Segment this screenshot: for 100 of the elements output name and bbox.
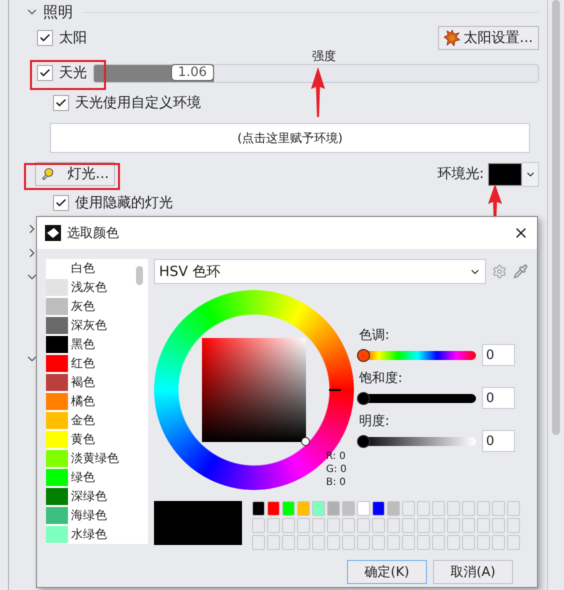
checkbox[interactable]: [53, 95, 69, 111]
slider-track[interactable]: [359, 350, 476, 360]
empty-color-slot[interactable]: [267, 535, 280, 550]
color-list-item[interactable]: 红色: [46, 354, 148, 373]
custom-color-swatch[interactable]: [387, 501, 400, 516]
custom-color-swatch[interactable]: [252, 501, 265, 516]
saturation-value-square[interactable]: [202, 338, 306, 442]
empty-color-slot[interactable]: [297, 535, 310, 550]
empty-color-slot[interactable]: [447, 535, 460, 550]
empty-color-slot[interactable]: [477, 535, 490, 550]
empty-color-slot[interactable]: [492, 501, 505, 516]
environment-button[interactable]: (点击这里赋予环境): [50, 123, 530, 153]
empty-color-slot[interactable]: [402, 535, 415, 550]
color-list-item[interactable]: 灰色: [46, 297, 148, 316]
color-list-item[interactable]: 黑色: [46, 335, 148, 354]
color-list-item[interactable]: 白色: [46, 259, 148, 278]
hue-marker[interactable]: [329, 389, 341, 391]
custom-color-swatch[interactable]: [372, 501, 385, 516]
value-field[interactable]: 0: [482, 430, 515, 452]
color-list-item[interactable]: 海绿色: [46, 506, 148, 525]
dialog-button[interactable]: 确定(K): [347, 560, 427, 584]
color-list-item[interactable]: 橘色: [46, 392, 148, 411]
checkbox[interactable]: [53, 195, 69, 211]
color-list-item[interactable]: 深绿色: [46, 487, 148, 506]
empty-color-slot[interactable]: [492, 518, 505, 533]
custom-color-swatch[interactable]: [282, 501, 295, 516]
empty-color-slot[interactable]: [267, 518, 280, 533]
sun-settings-button[interactable]: 太阳设置...: [438, 26, 539, 50]
custom-color-swatch[interactable]: [327, 501, 340, 516]
empty-color-slot[interactable]: [432, 535, 445, 550]
slider-label: 明度:: [359, 414, 390, 429]
slider-track[interactable]: [359, 394, 476, 402]
custom-color-swatch[interactable]: [267, 501, 280, 516]
settings-icon[interactable]: [492, 264, 507, 279]
empty-color-slot[interactable]: [387, 535, 400, 550]
empty-color-slot[interactable]: [402, 518, 415, 533]
color-swatch[interactable]: [488, 162, 522, 186]
scrollbar-thumb[interactable]: [552, 0, 560, 435]
empty-color-slot[interactable]: [417, 501, 430, 516]
empty-color-slot[interactable]: [432, 518, 445, 533]
custom-color-swatch[interactable]: [312, 501, 325, 516]
annotation-arrow: [311, 67, 325, 117]
empty-color-slot[interactable]: [312, 535, 325, 550]
empty-color-slot[interactable]: [477, 518, 490, 533]
slider-thumb[interactable]: [357, 348, 370, 362]
custom-color-swatch[interactable]: [357, 501, 370, 516]
empty-color-slot[interactable]: [312, 518, 325, 533]
empty-color-slot[interactable]: [282, 535, 295, 550]
slider-thumb[interactable]: [357, 434, 370, 448]
value-field[interactable]: 0: [482, 387, 515, 409]
empty-color-slot[interactable]: [417, 518, 430, 533]
checkbox[interactable]: [37, 65, 53, 81]
empty-color-slot[interactable]: [417, 535, 430, 550]
empty-color-slot[interactable]: [252, 518, 265, 533]
empty-color-slot[interactable]: [402, 501, 415, 516]
dropdown-button[interactable]: [522, 162, 539, 186]
empty-color-slot[interactable]: [282, 518, 295, 533]
color-list-item[interactable]: 淡黄绿色: [46, 449, 148, 468]
color-list-item[interactable]: 深灰色: [46, 316, 148, 335]
color-list-item[interactable]: 水绿色: [46, 525, 148, 544]
empty-color-slot[interactable]: [387, 518, 400, 533]
value-field[interactable]: 0: [482, 344, 515, 366]
empty-color-slot[interactable]: [462, 501, 475, 516]
dialog-button[interactable]: 取消(A): [433, 560, 513, 584]
empty-color-slot[interactable]: [507, 518, 520, 533]
color-list-item[interactable]: 褐色: [46, 373, 148, 392]
lights-button[interactable]: 灯光...: [35, 162, 115, 186]
custom-color-swatch[interactable]: [342, 501, 355, 516]
empty-color-slot[interactable]: [357, 518, 370, 533]
color-list-item[interactable]: 黄色: [46, 430, 148, 449]
empty-color-slot[interactable]: [372, 518, 385, 533]
empty-color-slot[interactable]: [507, 501, 520, 516]
empty-color-slot[interactable]: [297, 518, 310, 533]
color-list-item[interactable]: 绿色: [46, 468, 148, 487]
empty-color-slot[interactable]: [252, 535, 265, 550]
color-list-item[interactable]: 浅灰色: [46, 278, 148, 297]
slider-label: 色调:: [359, 328, 390, 343]
empty-color-slot[interactable]: [432, 501, 445, 516]
empty-color-slot[interactable]: [342, 518, 355, 533]
empty-color-slot[interactable]: [327, 535, 340, 550]
empty-color-slot[interactable]: [447, 518, 460, 533]
checkmark-icon: [39, 67, 51, 79]
color-list-item[interactable]: 金色: [46, 411, 148, 430]
slider-track[interactable]: [359, 436, 476, 446]
slider-thumb[interactable]: [357, 392, 370, 404]
empty-color-slot[interactable]: [462, 518, 475, 533]
empty-color-slot[interactable]: [462, 535, 475, 550]
empty-color-slot[interactable]: [477, 501, 490, 516]
empty-color-slot[interactable]: [327, 518, 340, 533]
checkbox[interactable]: [37, 30, 53, 46]
scrollbar-thumb[interactable]: [136, 266, 143, 285]
mode-select[interactable]: HSV 色环: [154, 259, 486, 284]
empty-color-slot[interactable]: [447, 501, 460, 516]
eyedropper-icon[interactable]: [513, 264, 528, 279]
empty-color-slot[interactable]: [492, 535, 505, 550]
empty-color-slot[interactable]: [342, 535, 355, 550]
empty-color-slot[interactable]: [357, 535, 370, 550]
custom-color-swatch[interactable]: [297, 501, 310, 516]
empty-color-slot[interactable]: [507, 535, 520, 550]
empty-color-slot[interactable]: [372, 535, 385, 550]
